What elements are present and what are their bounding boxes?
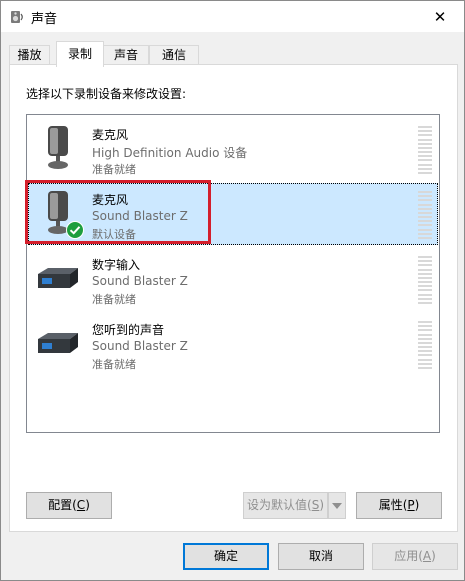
recording-panel: 选择以下录制设备来修改设置: 麦克风 High Definition Audio… (9, 64, 458, 532)
device-status: 准备就绪 (92, 358, 136, 371)
device-name: 麦克风 (92, 128, 129, 142)
device-list[interactable]: 麦克风 High Definition Audio 设备 准备就绪 麦克风 So… (26, 114, 440, 433)
apply-button[interactable]: 应用(A) (372, 543, 458, 570)
tab-playback[interactable]: 播放 (9, 45, 50, 66)
device-item-digital-input[interactable]: 数字输入 Sound Blaster Z 准备就绪 (28, 248, 438, 310)
device-detail: Sound Blaster Z (92, 339, 188, 353)
device-status: 准备就绪 (92, 293, 136, 306)
device-detail: Sound Blaster Z (92, 209, 188, 223)
instruction-text: 选择以下录制设备来修改设置: (26, 87, 187, 101)
level-meter (418, 126, 432, 174)
set-default-dropdown[interactable] (328, 492, 346, 519)
device-status: 准备就绪 (92, 163, 136, 176)
configure-button[interactable]: 配置(C) (26, 492, 112, 519)
device-name: 麦克风 (92, 193, 129, 207)
window-title: 声音 (31, 12, 58, 27)
close-icon: ✕ (433, 7, 447, 26)
ok-button[interactable]: 确定 (183, 543, 269, 570)
level-meter (418, 191, 432, 239)
digital-input-icon (38, 268, 78, 288)
device-name: 数字输入 (92, 258, 141, 272)
set-default-button[interactable]: 设为默认值(S) (243, 492, 328, 519)
title-bar: 声音 ✕ (1, 1, 464, 32)
device-item-microphone-sbz[interactable]: 麦克风 Sound Blaster Z 默认设备 (28, 183, 438, 245)
tab-recording[interactable]: 录制 (56, 41, 104, 67)
device-name: 您听到的声音 (92, 323, 165, 337)
close-button[interactable]: ✕ (420, 1, 460, 32)
tab-sounds[interactable]: 声音 (103, 45, 149, 66)
default-check-icon (66, 221, 84, 239)
device-item-what-u-hear[interactable]: 您听到的声音 Sound Blaster Z 准备就绪 (28, 313, 438, 375)
device-detail: Sound Blaster Z (92, 274, 188, 288)
properties-button[interactable]: 属性(P) (356, 492, 442, 519)
cancel-button[interactable]: 取消 (278, 543, 364, 570)
digital-input-icon (38, 333, 78, 353)
tab-communications[interactable]: 通信 (149, 45, 199, 66)
speaker-icon (11, 11, 23, 23)
sound-dialog: 声音 ✕ 播放 录制 声音 通信 选择以下录制设备来修改设置: 麦克风 High… (0, 0, 465, 581)
level-meter (418, 321, 432, 369)
chevron-down-icon (332, 502, 342, 509)
device-detail: High Definition Audio 设备 (92, 146, 248, 160)
microphone-icon (48, 126, 68, 169)
level-meter (418, 256, 432, 304)
device-status: 默认设备 (92, 228, 136, 241)
device-item-microphone-hda[interactable]: 麦克风 High Definition Audio 设备 准备就绪 (28, 118, 438, 180)
